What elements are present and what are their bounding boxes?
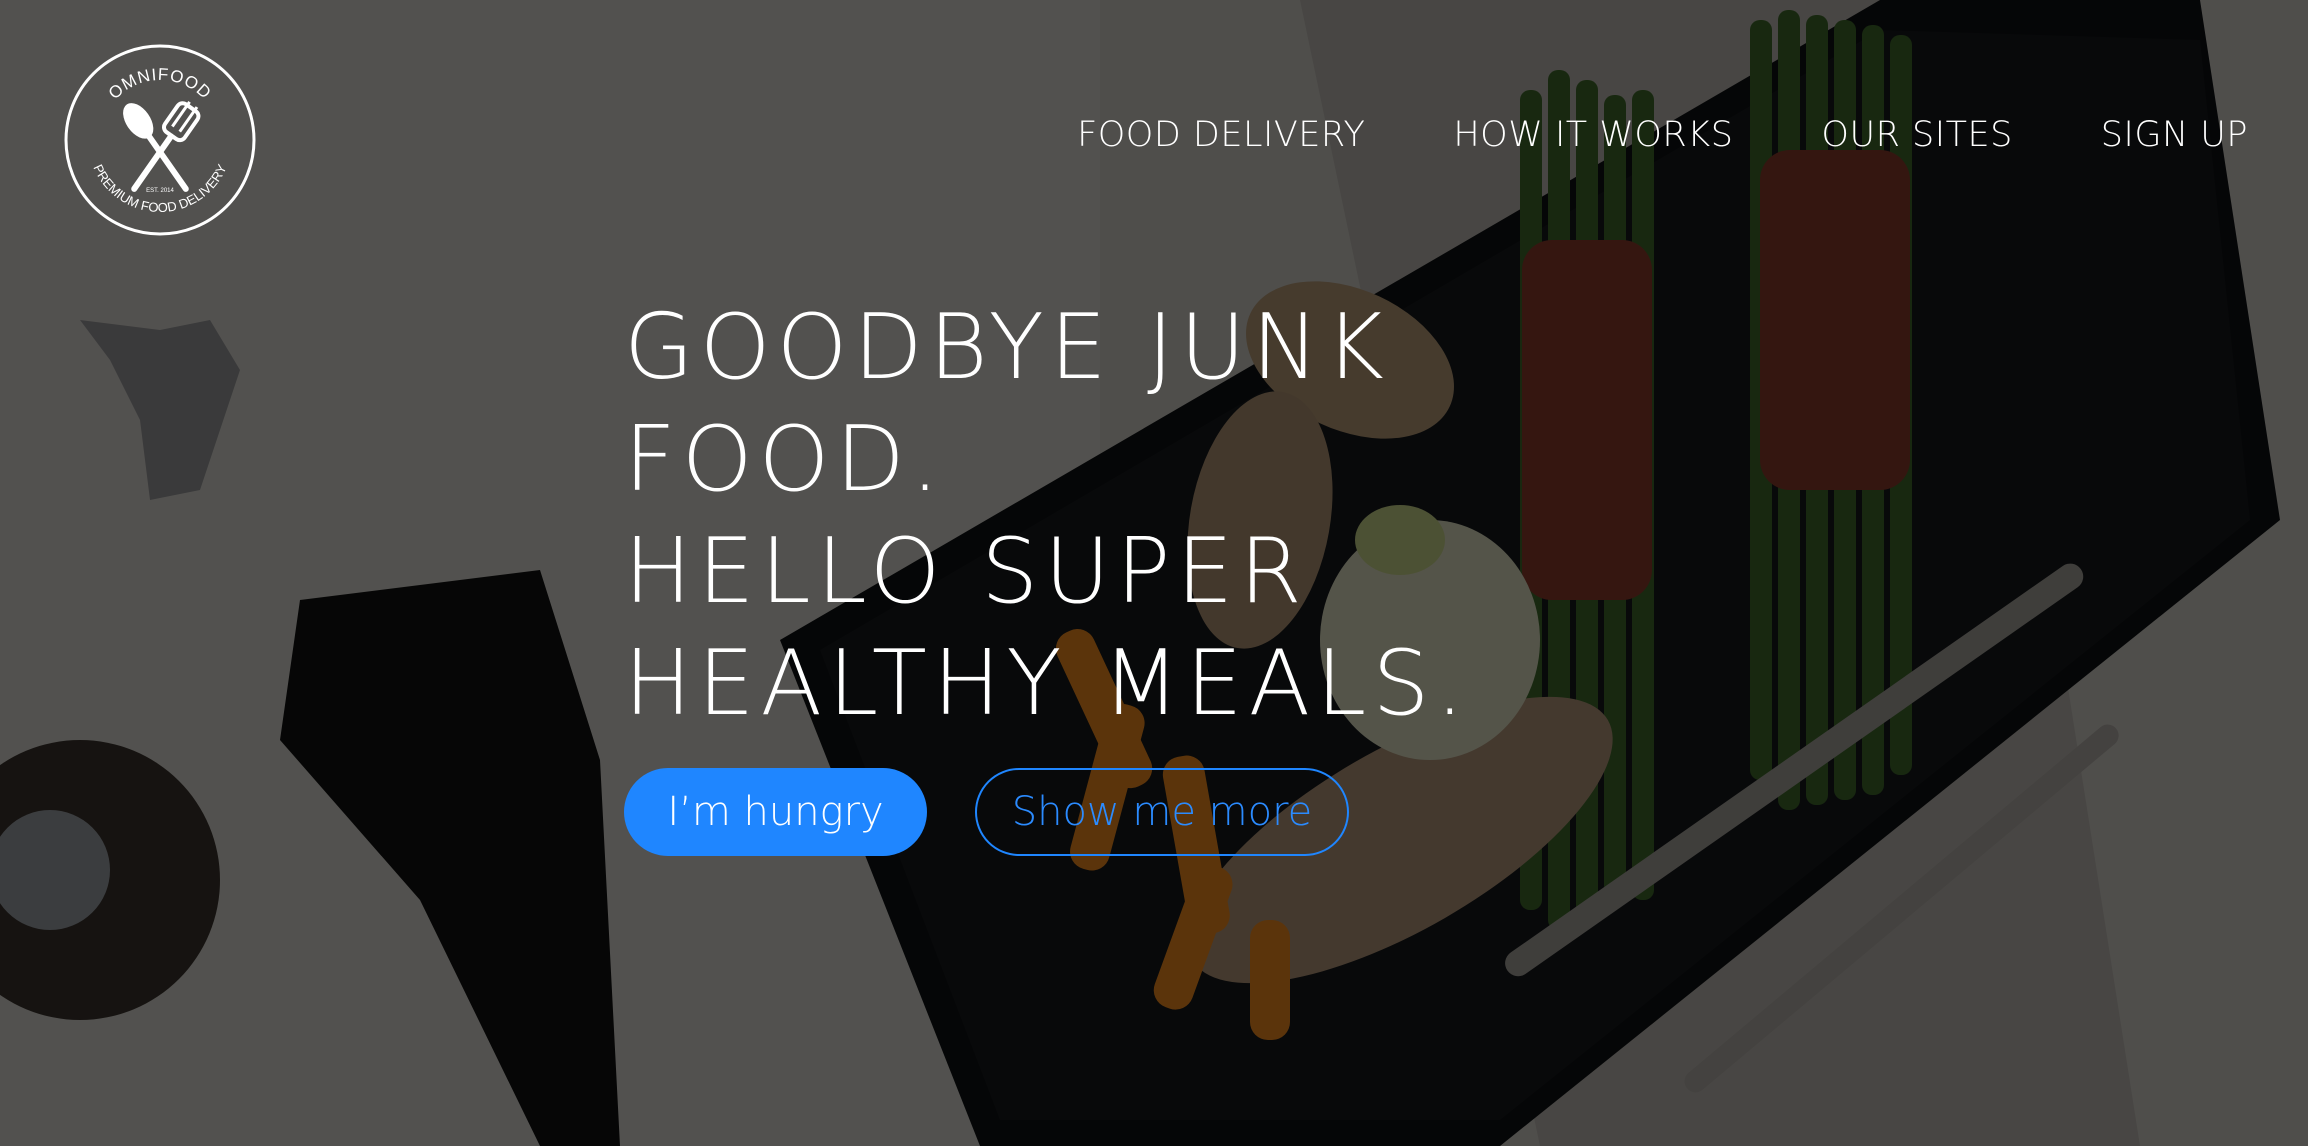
hero-headline-line: HELLO SUPER	[624, 519, 1308, 624]
hero-headline-line: HEALTHY MEALS.	[624, 631, 1471, 736]
logo-established-text: EST. 2014	[146, 188, 174, 194]
hero-text-box: GOODBYE JUNK FOOD. HELLO SUPER HEALTHY M…	[624, 292, 1604, 740]
hero-headline: GOODBYE JUNK FOOD. HELLO SUPER HEALTHY M…	[624, 292, 1604, 740]
show-me-more-button[interactable]: Show me more	[975, 768, 1349, 856]
svg-text:OMNIFOOD: OMNIFOOD	[105, 65, 216, 103]
omnifood-logo[interactable]: OMNIFOOD PREMIUM FOOD DELIVERY EST. 2014	[62, 42, 258, 238]
im-hungry-button[interactable]: I’m hungry	[624, 768, 927, 856]
hero-headline-line: GOODBYE JUNK	[624, 295, 1390, 400]
hero-headline-line: FOOD.	[624, 407, 946, 512]
hero-buttons: I’m hungry Show me more	[624, 768, 1349, 856]
crossed-spoon-fork-icon: OMNIFOOD PREMIUM FOOD DELIVERY EST. 2014	[64, 44, 256, 236]
nav-link-how-it-works[interactable]: HOW IT WORKS	[1453, 115, 1733, 155]
nav-link-food-delivery[interactable]: FOOD DELIVERY	[1077, 115, 1365, 155]
logo-brand-text: OMNIFOOD	[105, 65, 215, 103]
nav-link-sign-up[interactable]: SIGN UP	[2101, 115, 2248, 155]
nav-link-our-sites[interactable]: OUR SITES	[1821, 115, 2012, 155]
main-nav: FOOD DELIVERY HOW IT WORKS OUR SITES SIG…	[1077, 110, 2248, 160]
